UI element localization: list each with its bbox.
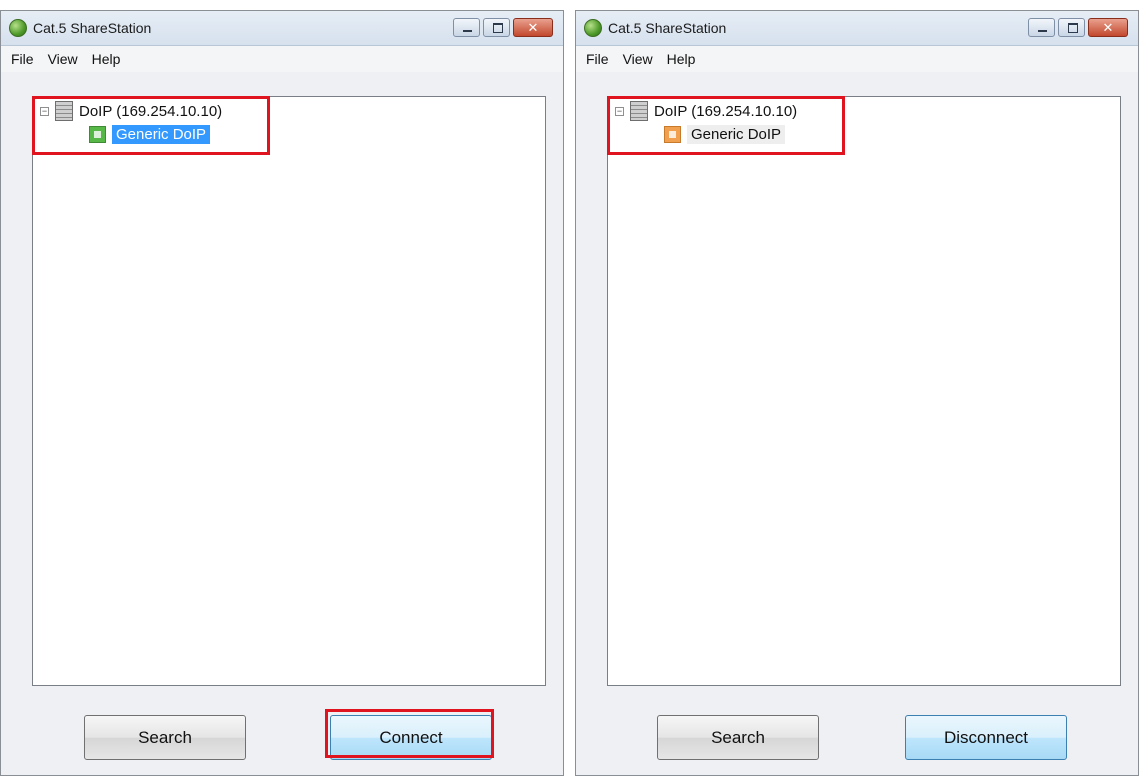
device-tree[interactable]: − DoIP (169.254.10.10) Generic DoIP <box>607 96 1121 686</box>
device-tree[interactable]: − DoIP (169.254.10.10) Generic DoIP <box>32 96 546 686</box>
highlight-box-tree <box>607 96 845 155</box>
maximize-icon <box>493 23 503 33</box>
menu-bar: File View Help <box>1 46 563 72</box>
maximize-button[interactable] <box>483 18 510 37</box>
menu-file[interactable]: File <box>586 51 609 67</box>
minimize-icon <box>463 30 472 32</box>
title-bar[interactable]: Cat.5 ShareStation ✕ <box>576 11 1138 46</box>
menu-help[interactable]: Help <box>667 51 696 67</box>
maximize-icon <box>1068 23 1078 33</box>
close-button[interactable]: ✕ <box>513 18 553 37</box>
close-icon: ✕ <box>1102 20 1114 35</box>
close-icon: ✕ <box>527 20 539 35</box>
title-bar[interactable]: Cat.5 ShareStation ✕ <box>1 11 563 46</box>
highlight-box-connect <box>325 709 494 758</box>
highlight-box-tree <box>32 96 270 155</box>
menu-help[interactable]: Help <box>92 51 121 67</box>
search-button[interactable]: Search <box>84 715 246 760</box>
menu-view[interactable]: View <box>48 51 78 67</box>
window-title: Cat.5 ShareStation <box>33 20 152 36</box>
sharestation-window-left: Cat.5 ShareStation ✕ File View Help − Do… <box>0 10 564 776</box>
menu-file[interactable]: File <box>11 51 34 67</box>
minimize-button[interactable] <box>453 18 480 37</box>
search-button[interactable]: Search <box>657 715 819 760</box>
minimize-button[interactable] <box>1028 18 1055 37</box>
menu-view[interactable]: View <box>623 51 653 67</box>
close-button[interactable]: ✕ <box>1088 18 1128 37</box>
menu-bar: File View Help <box>576 46 1138 72</box>
disconnect-button[interactable]: Disconnect <box>905 715 1067 760</box>
maximize-button[interactable] <box>1058 18 1085 37</box>
cat5-globe-icon <box>9 19 27 37</box>
window-title: Cat.5 ShareStation <box>608 20 727 36</box>
cat5-globe-icon <box>584 19 602 37</box>
sharestation-window-right: Cat.5 ShareStation ✕ File View Help − Do… <box>575 10 1139 776</box>
minimize-icon <box>1038 30 1047 32</box>
